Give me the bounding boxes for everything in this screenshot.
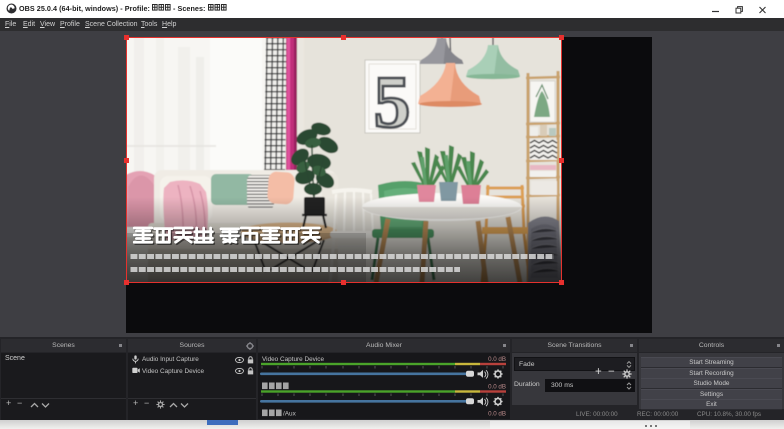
svg-text:5: 5 [374,62,411,144]
svg-text:0.0 dB: 0.0 dB [488,411,506,418]
svg-text:0.0 dB: 0.0 dB [488,384,506,391]
svg-text:/Aux: /Aux [283,411,297,418]
svg-text:Video Capture Device: Video Capture Device [262,356,324,363]
svg-text:0.0 dB: 0.0 dB [488,356,506,363]
